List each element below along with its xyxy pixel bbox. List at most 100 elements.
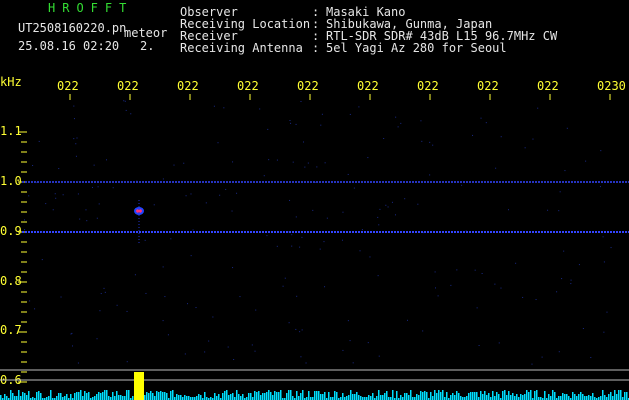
noise-speck [164,296,166,298]
noise-speck [358,106,360,108]
noise-speck [316,166,318,168]
noise-speck [352,362,354,364]
spectrum-bar [616,394,618,400]
spectrum-bar [456,391,458,400]
spectrum-bar [196,396,198,400]
noise-speck [86,220,88,222]
spectrum-bar [50,390,52,400]
noise-speck [38,140,40,142]
spectrum-bar [404,393,406,400]
noise-speck [185,195,187,197]
spectrum-bar [486,395,488,400]
spectrum-bar [534,391,536,400]
spectrum-bar [522,395,524,400]
spectrum-bar [10,390,12,400]
spectrum-bar [308,391,310,400]
noise-speck [300,356,302,358]
noise-speck [500,136,502,138]
noise-speck [52,209,54,211]
spectrum-bar [450,395,452,400]
spectrum-bar [12,393,14,400]
spectrum-bar [188,396,190,400]
spectrum-bar [426,392,428,400]
spectrum-bar [238,394,240,400]
spectrum-bar [434,390,436,400]
spectrum-bar [498,394,500,400]
spectrum-bar [290,390,292,400]
spectrum-bar [424,391,426,400]
spectrum-bar [626,392,628,400]
noise-speck [73,105,75,107]
spectrum-bar [452,393,454,400]
spectrum-bar [550,396,552,400]
noise-speck [208,340,210,342]
spectrum-bar [274,391,276,400]
noise-speck [585,160,587,162]
noise-speck [213,105,215,107]
spectrum-bar [56,396,58,400]
noise-speck [204,351,206,353]
spectrum-bar [74,393,76,400]
noise-speck [590,357,592,359]
spectrum-bar [64,396,66,400]
noise-speck [190,255,192,257]
spectrum-bar [560,396,562,400]
spectrum-bar [148,393,150,400]
noise-speck [91,186,93,188]
spectrum-bar [102,392,104,400]
spectrum-bar [298,396,300,400]
spectrum-bar [548,394,550,400]
noise-speck [559,191,561,193]
noise-speck [395,116,397,118]
spectrum-bar [342,393,344,400]
noise-speck [77,193,79,195]
noise-speck [162,320,164,322]
spectrum-bar [584,396,586,400]
noise-speck [476,307,478,309]
spectrum-bar [470,392,472,400]
noise-speck [162,266,164,268]
spectrum-bar [166,393,168,400]
noise-speck [290,122,292,124]
spectrum-bar [350,390,352,400]
spectrum-bar [216,396,218,400]
noise-speck [383,137,385,139]
noise-speck [73,138,75,140]
spectrum-bar [200,395,202,400]
noise-speck [420,120,422,122]
spectrum-bar [558,396,560,400]
noise-speck [378,355,380,357]
noise-speck [394,214,396,216]
noise-speck [461,184,463,186]
noise-speck [556,291,558,293]
noise-speck [531,363,533,365]
spectrum-bar [242,394,244,400]
noise-speck [266,235,268,237]
spectrum-bar [406,393,408,400]
spectrum-bar [578,394,580,400]
noise-speck [85,209,87,211]
spectrum-bar [250,393,252,400]
spectrum-bar [482,394,484,400]
spectrum-bar [254,391,256,400]
noise-speck [267,128,269,130]
spectrum-bar [66,394,68,400]
spectrum-bar [510,395,512,400]
noise-speck [303,141,305,143]
noise-speck [289,199,291,201]
spectrum-bar [218,394,220,400]
noise-speck [465,230,467,232]
noise-speck [251,344,253,346]
spectrum-bar [604,395,606,400]
noise-speck [385,204,387,206]
spectrum-bar [360,396,362,400]
noise-speck [435,287,437,289]
spectrum-bar [316,391,318,400]
spectrum-bar [178,395,180,400]
spectrum-bar [588,395,590,400]
noise-speck [472,134,474,136]
spectrum-bar [368,395,370,400]
spectrum-bar [440,392,442,400]
noise-speck [28,195,30,197]
spectrum-bar [88,392,90,400]
